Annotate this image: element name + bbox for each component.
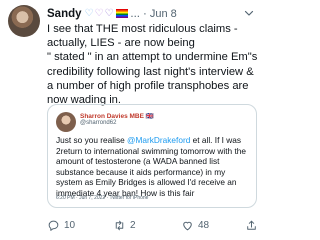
reply-button[interactable]: 10 <box>47 219 75 232</box>
tweet-date[interactable]: Jun 8 <box>150 8 177 20</box>
tweet: Sandy ♡ ♡ ♡ ... · Jun 8 I see that THE m… <box>0 0 261 240</box>
reply-count: 10 <box>64 220 76 231</box>
share-button[interactable] <box>245 219 258 232</box>
retweet-icon <box>115 220 124 231</box>
heart-icon: ♡ <box>84 7 94 19</box>
name-emoji-hearts: ♡ ♡ ♡ <box>84 7 129 19</box>
reply-icon <box>48 220 59 231</box>
retweet-button[interactable]: 2 <box>113 219 136 232</box>
chevron-down-icon[interactable] <box>243 7 255 19</box>
quoted-tweet-meta: 6:20 PM · Jun 7, 2022 · Twitter for iPho… <box>56 195 149 201</box>
share-icon <box>247 220 256 230</box>
header-separator: · <box>143 7 147 20</box>
retweet-count: 2 <box>130 220 136 231</box>
quoted-author-avatar <box>56 112 76 132</box>
author-name[interactable]: Sandy <box>47 8 82 20</box>
tweet-actions: 10 2 48 <box>47 219 259 235</box>
mention-link[interactable]: @MarkDrakeford <box>127 135 190 145</box>
quoted-author-handle: @sharrond62 <box>80 120 117 126</box>
heart-icon: ♡ <box>94 7 104 19</box>
quoted-text-start: Just so you realise <box>56 135 128 145</box>
name-ellipsis: ... <box>130 7 141 20</box>
heart-icon <box>183 221 192 231</box>
heart-icon: ♡ <box>104 7 114 19</box>
like-count: 48 <box>198 220 210 231</box>
quoted-tweet[interactable]: Sharron Davies MBE 🇬🇧 @sharrond62 Just s… <box>47 104 257 208</box>
quoted-tweet-text: Just so you realise @MarkDrakeford et al… <box>56 135 252 199</box>
quoted-author-name: Sharron Davies MBE 🇬🇧 <box>80 113 154 120</box>
like-button[interactable]: 48 <box>181 219 209 232</box>
tweet-text: I see that THE most ridiculous claims - … <box>47 23 258 107</box>
author-avatar[interactable] <box>8 5 40 37</box>
tweet-header: Sandy ♡ ♡ ♡ ... · Jun 8 <box>47 5 255 22</box>
rainbow-flag-icon <box>116 9 129 18</box>
